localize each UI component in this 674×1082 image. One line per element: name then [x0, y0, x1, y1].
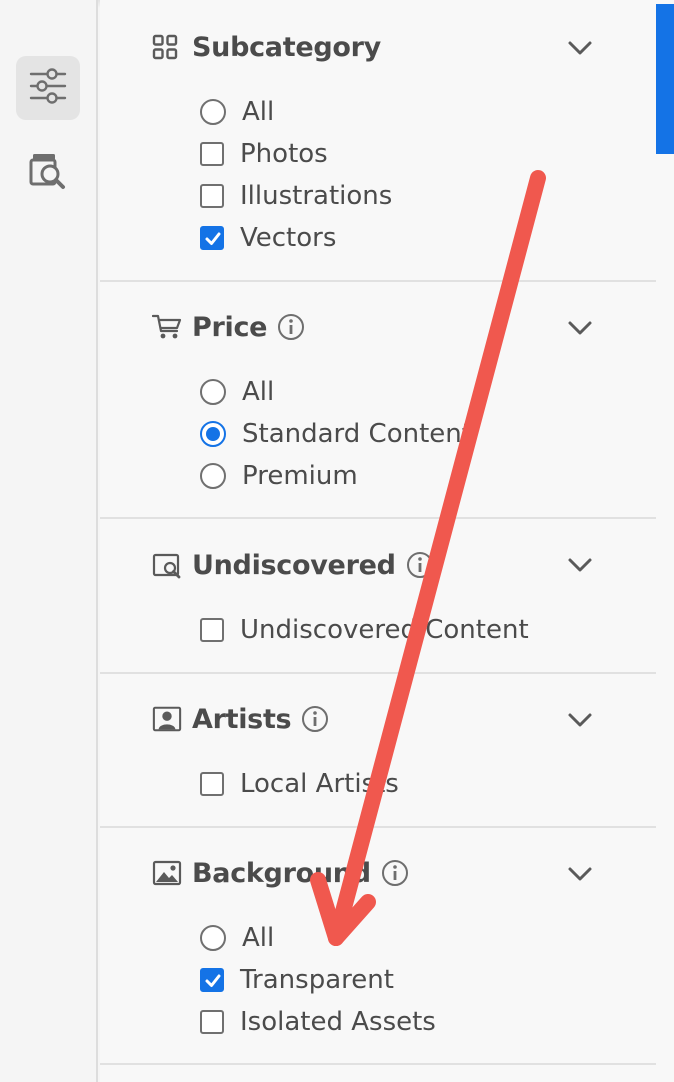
radio-button[interactable]: [200, 99, 226, 125]
option-local-artists[interactable]: Local Artists: [200, 767, 399, 801]
chevron-down-icon[interactable]: [566, 38, 594, 58]
option-label: Photos: [240, 139, 328, 169]
option-subcategory-vectors[interactable]: Vectors: [200, 221, 336, 255]
option-background-isolated[interactable]: Isolated Assets: [200, 1005, 436, 1039]
option-label: Undiscovered Content: [240, 615, 529, 645]
section-divider: [100, 672, 656, 674]
checkbox[interactable]: [200, 1010, 224, 1034]
section-title: Price: [192, 311, 268, 343]
option-label: Illustrations: [240, 181, 393, 211]
info-icon[interactable]: [381, 859, 409, 887]
radio-button[interactable]: [200, 463, 226, 489]
checkbox[interactable]: [200, 618, 224, 642]
option-subcategory-photos[interactable]: Photos: [200, 137, 328, 171]
section-title: Background: [192, 857, 371, 889]
visual-search-icon: [28, 150, 68, 194]
checkbox[interactable]: [200, 142, 224, 166]
option-label: Vectors: [240, 223, 337, 253]
chevron-down-icon[interactable]: [566, 555, 594, 575]
section-header-price[interactable]: Price: [152, 310, 305, 344]
scrollbar-thumb[interactable]: [656, 4, 674, 154]
option-background-all[interactable]: All: [200, 921, 274, 955]
section-divider: [100, 280, 656, 282]
option-subcategory-all[interactable]: All: [200, 95, 274, 129]
radio-button[interactable]: [200, 379, 226, 405]
info-icon[interactable]: [406, 551, 434, 579]
cart-icon: [152, 312, 182, 342]
option-label: All: [242, 923, 275, 953]
visual-search-button[interactable]: [16, 140, 80, 204]
section-title: Undiscovered: [192, 549, 396, 581]
checkbox-checked[interactable]: [200, 226, 224, 250]
option-subcategory-illustrations[interactable]: Illustrations: [200, 179, 392, 213]
filters-button[interactable]: [16, 56, 80, 120]
option-background-transparent[interactable]: Transparent: [200, 963, 394, 997]
radio-button-selected[interactable]: [200, 421, 226, 447]
checkbox-checked[interactable]: [200, 968, 224, 992]
section-header-background[interactable]: Background: [152, 856, 409, 890]
section-divider: [100, 1063, 656, 1065]
option-label: Local Artists: [240, 769, 399, 799]
checkbox[interactable]: [200, 184, 224, 208]
filter-sliders-icon: [28, 68, 68, 108]
checkmark-icon: [205, 974, 221, 987]
chevron-down-icon[interactable]: [566, 710, 594, 730]
option-price-premium[interactable]: Premium: [200, 459, 358, 493]
checkmark-icon: [205, 232, 221, 245]
option-undiscovered-content[interactable]: Undiscovered Content: [200, 613, 529, 647]
image-icon: [152, 858, 182, 888]
section-title: Subcategory: [192, 31, 381, 63]
chevron-down-icon[interactable]: [566, 318, 594, 338]
section-divider: [100, 517, 656, 519]
info-icon[interactable]: [301, 705, 329, 733]
filter-panel: Subcategory All Photos Illustrations Vec…: [100, 0, 656, 1082]
option-label: All: [242, 97, 275, 127]
option-label: Premium: [242, 461, 358, 491]
artist-icon: [152, 704, 182, 734]
checkbox[interactable]: [200, 772, 224, 796]
grid-icon: [152, 32, 182, 62]
section-header-artists[interactable]: Artists: [152, 702, 329, 736]
option-price-all[interactable]: All: [200, 375, 274, 409]
left-tool-rail: [0, 0, 98, 1082]
chevron-down-icon[interactable]: [566, 864, 594, 884]
option-price-standard[interactable]: Standard Content: [200, 417, 472, 451]
section-header-subcategory[interactable]: Subcategory: [152, 30, 381, 64]
section-divider: [100, 826, 656, 828]
info-icon[interactable]: [277, 313, 305, 341]
section-title: Artists: [192, 703, 292, 735]
option-label: Isolated Assets: [240, 1007, 436, 1037]
section-header-undiscovered[interactable]: Undiscovered: [152, 548, 434, 582]
image-search-icon: [152, 550, 182, 580]
option-label: Standard Content: [242, 419, 472, 449]
option-label: Transparent: [240, 965, 394, 995]
scrollbar-track[interactable]: [656, 0, 674, 1082]
option-label: All: [242, 377, 275, 407]
radio-button[interactable]: [200, 925, 226, 951]
